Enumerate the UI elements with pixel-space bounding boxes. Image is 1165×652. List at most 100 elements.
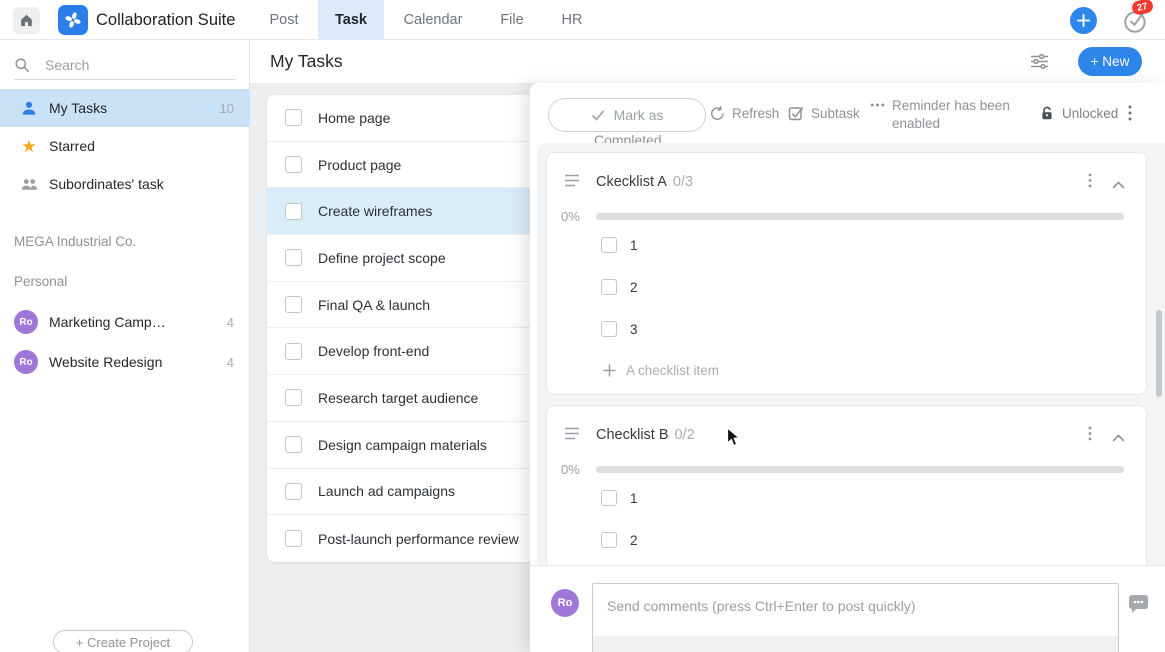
- task-checkbox[interactable]: [285, 203, 302, 220]
- task-row[interactable]: Post-launch performance review: [267, 515, 540, 562]
- checklist-item[interactable]: 2: [601, 532, 638, 548]
- subtask-button[interactable]: Subtask: [788, 83, 860, 143]
- checklist-item[interactable]: 1: [601, 237, 638, 253]
- task-row[interactable]: Product page: [267, 142, 540, 189]
- project-count: 4: [227, 355, 234, 370]
- checklist-card-b: Checklist B0/2 0% 1 2: [546, 405, 1147, 565]
- home-icon: [19, 13, 34, 28]
- item-checkbox[interactable]: [601, 279, 617, 295]
- task-checkbox[interactable]: [285, 156, 302, 173]
- sidebar-section-company: MEGA Industrial Co.: [14, 234, 136, 249]
- tab-file[interactable]: File: [484, 0, 540, 40]
- task-row[interactable]: Research target audience: [267, 375, 540, 422]
- search-placeholder: Search: [45, 57, 89, 73]
- checklist-menu-button[interactable]: [1088, 426, 1092, 446]
- checklist-menu-button[interactable]: [1088, 173, 1092, 193]
- task-title: Create wireframes: [318, 203, 432, 219]
- task-checkbox[interactable]: [285, 109, 302, 126]
- filter-button[interactable]: [1030, 53, 1048, 75]
- avatar: Ro: [14, 350, 38, 374]
- task-checkbox[interactable]: [285, 249, 302, 266]
- item-label: 2: [630, 533, 638, 548]
- item-label: 2: [630, 280, 638, 295]
- checklist-title: Checklist B0/2: [596, 427, 695, 443]
- mark-as-button[interactable]: Mark as: [548, 98, 706, 132]
- subtask-label: Subtask: [811, 106, 860, 121]
- task-detail-panel: Completed Mark as Refresh Subtask Remind…: [530, 83, 1165, 652]
- tasks-counter-button[interactable]: 27: [1122, 7, 1150, 35]
- new-task-button[interactable]: + New: [1078, 47, 1142, 76]
- tab-hr[interactable]: HR: [552, 0, 592, 40]
- task-row[interactable]: Home page: [267, 95, 540, 142]
- sidebar-item-count: 10: [220, 101, 234, 116]
- comment-input[interactable]: Send comments (press Ctrl+Enter to post …: [592, 583, 1119, 652]
- task-row[interactable]: Launch ad campaigns: [267, 469, 540, 516]
- task-checkbox[interactable]: [285, 483, 302, 500]
- add-checklist-item-button[interactable]: A checklist item: [603, 363, 719, 378]
- project-count: 4: [227, 315, 234, 330]
- item-checkbox[interactable]: [601, 490, 617, 506]
- task-checkbox[interactable]: [285, 296, 302, 313]
- sidebar-item-starred[interactable]: ★ Starred: [0, 127, 250, 165]
- refresh-button[interactable]: Refresh: [710, 83, 779, 143]
- mark-as-label: Mark as: [614, 107, 664, 123]
- plus-icon: [603, 364, 616, 377]
- sidebar-project-website[interactable]: Ro Website Redesign 4: [0, 342, 250, 382]
- topbar: Collaboration Suite Post Task Calendar F…: [0, 0, 1165, 40]
- chevron-up-icon[interactable]: [1112, 429, 1125, 447]
- item-label: 1: [630, 238, 638, 253]
- sidebar-item-label: Starred: [49, 138, 95, 154]
- task-title: Design campaign materials: [318, 437, 487, 453]
- task-title: Launch ad campaigns: [318, 483, 455, 499]
- checklist-item[interactable]: 3: [601, 321, 638, 337]
- tab-task[interactable]: Task: [318, 0, 384, 40]
- unlocked-button[interactable]: Unlocked: [1039, 83, 1118, 143]
- checklist-item[interactable]: 1: [601, 490, 638, 506]
- task-row[interactable]: Define project scope: [267, 235, 540, 282]
- comments-bubble-button[interactable]: [1128, 594, 1149, 619]
- sidebar: Search My Tasks 10 ★ Starred Subordinate…: [0, 40, 250, 652]
- reminder-button[interactable]: Reminder has been enabled: [870, 83, 1014, 129]
- search-input[interactable]: Search: [14, 50, 236, 80]
- scrollbar-thumb[interactable]: [1156, 310, 1162, 397]
- checklist-progress-bar: [596, 466, 1124, 473]
- plus-icon: [1077, 14, 1090, 27]
- sidebar-project-marketing[interactable]: Ro Marketing Camp… 4: [0, 302, 250, 342]
- toolbar-menu-button[interactable]: [1128, 105, 1132, 126]
- item-checkbox[interactable]: [601, 532, 617, 548]
- task-row[interactable]: Design campaign materials: [267, 422, 540, 469]
- checklist-item[interactable]: 2: [601, 279, 638, 295]
- task-row-selected[interactable]: Create wireframes: [267, 188, 540, 235]
- checklist-icon: [564, 427, 580, 440]
- create-project-button[interactable]: + Create Project: [53, 630, 193, 652]
- task-list: Home page Product page Create wireframes…: [267, 95, 540, 562]
- item-checkbox[interactable]: [601, 237, 617, 253]
- unlocked-label: Unlocked: [1062, 106, 1118, 121]
- lock-open-icon: [1039, 105, 1055, 121]
- chevron-up-icon[interactable]: [1112, 176, 1125, 194]
- task-title: Define project scope: [318, 250, 446, 266]
- tasks-header: My Tasks + New: [250, 40, 1165, 83]
- task-checkbox[interactable]: [285, 343, 302, 360]
- sidebar-item-my-tasks[interactable]: My Tasks 10: [0, 89, 250, 127]
- task-checkbox[interactable]: [285, 530, 302, 547]
- task-row[interactable]: Develop front-end: [267, 328, 540, 375]
- tab-post[interactable]: Post: [255, 0, 313, 40]
- item-checkbox[interactable]: [601, 321, 617, 337]
- quick-add-button[interactable]: [1070, 7, 1097, 34]
- sidebar-item-subordinates-task[interactable]: Subordinates' task: [0, 165, 250, 203]
- tab-calendar[interactable]: Calendar: [396, 0, 470, 40]
- item-label: 1: [630, 491, 638, 506]
- task-checkbox[interactable]: [285, 389, 302, 406]
- pinwheel-icon: [63, 10, 83, 30]
- comment-bubble-icon: [1128, 594, 1149, 614]
- task-row[interactable]: Final QA & launch: [267, 282, 540, 329]
- task-checkbox[interactable]: [285, 436, 302, 453]
- kebab-icon: [1088, 426, 1092, 441]
- comment-placeholder: Send comments (press Ctrl+Enter to post …: [607, 598, 1104, 614]
- home-button[interactable]: [13, 7, 40, 34]
- refresh-icon: [710, 106, 725, 121]
- app-logo-icon[interactable]: [58, 5, 88, 35]
- checklist-percent: 0%: [561, 462, 580, 477]
- add-item-label: A checklist item: [626, 363, 719, 378]
